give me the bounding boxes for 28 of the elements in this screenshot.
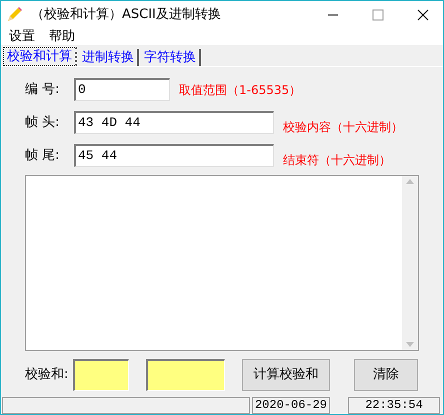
field-label: 编 号: xyxy=(25,80,61,99)
status-panel: 2020-06-29 xyxy=(252,397,330,414)
field-label: 帧 尾: xyxy=(25,146,61,165)
tab[interactable]: 进制转换 xyxy=(79,49,139,66)
action-button[interactable]: 计算校验和 xyxy=(242,359,330,391)
pencil-icon xyxy=(5,6,23,24)
input-field[interactable]: 0 xyxy=(74,78,170,101)
maximize-icon[interactable] xyxy=(372,8,384,20)
scroll-up-icon[interactable] xyxy=(406,178,414,184)
scroll-down-icon[interactable] xyxy=(406,342,414,348)
tab[interactable]: 校验和计算 xyxy=(3,47,77,66)
window-title: （校验和计算）ASCII及进制转换 xyxy=(31,6,221,24)
status-panel: 22:35:54 xyxy=(348,397,440,414)
hint-text: 取值范围（1-65535） xyxy=(179,82,302,98)
output-area[interactable] xyxy=(25,175,419,351)
close-icon[interactable] xyxy=(417,8,429,20)
scrollbar[interactable] xyxy=(402,176,418,350)
field-label: 帧 头: xyxy=(25,114,61,132)
checksum-label: 校验和: xyxy=(25,366,70,384)
menu-item[interactable]: 设置 xyxy=(9,26,35,46)
hint-text: 校验内容（十六进制） xyxy=(283,118,403,136)
hint-text: 结束符（十六进制） xyxy=(283,152,391,168)
input-field[interactable]: 45 44 xyxy=(74,144,274,167)
menu-item[interactable]: 帮助 xyxy=(49,26,75,46)
checksum-field xyxy=(73,359,129,391)
input-field[interactable]: 43 4D 44 xyxy=(74,111,274,134)
action-button[interactable]: 清除 xyxy=(354,359,418,391)
tab[interactable]: 字符转换 xyxy=(141,49,201,66)
